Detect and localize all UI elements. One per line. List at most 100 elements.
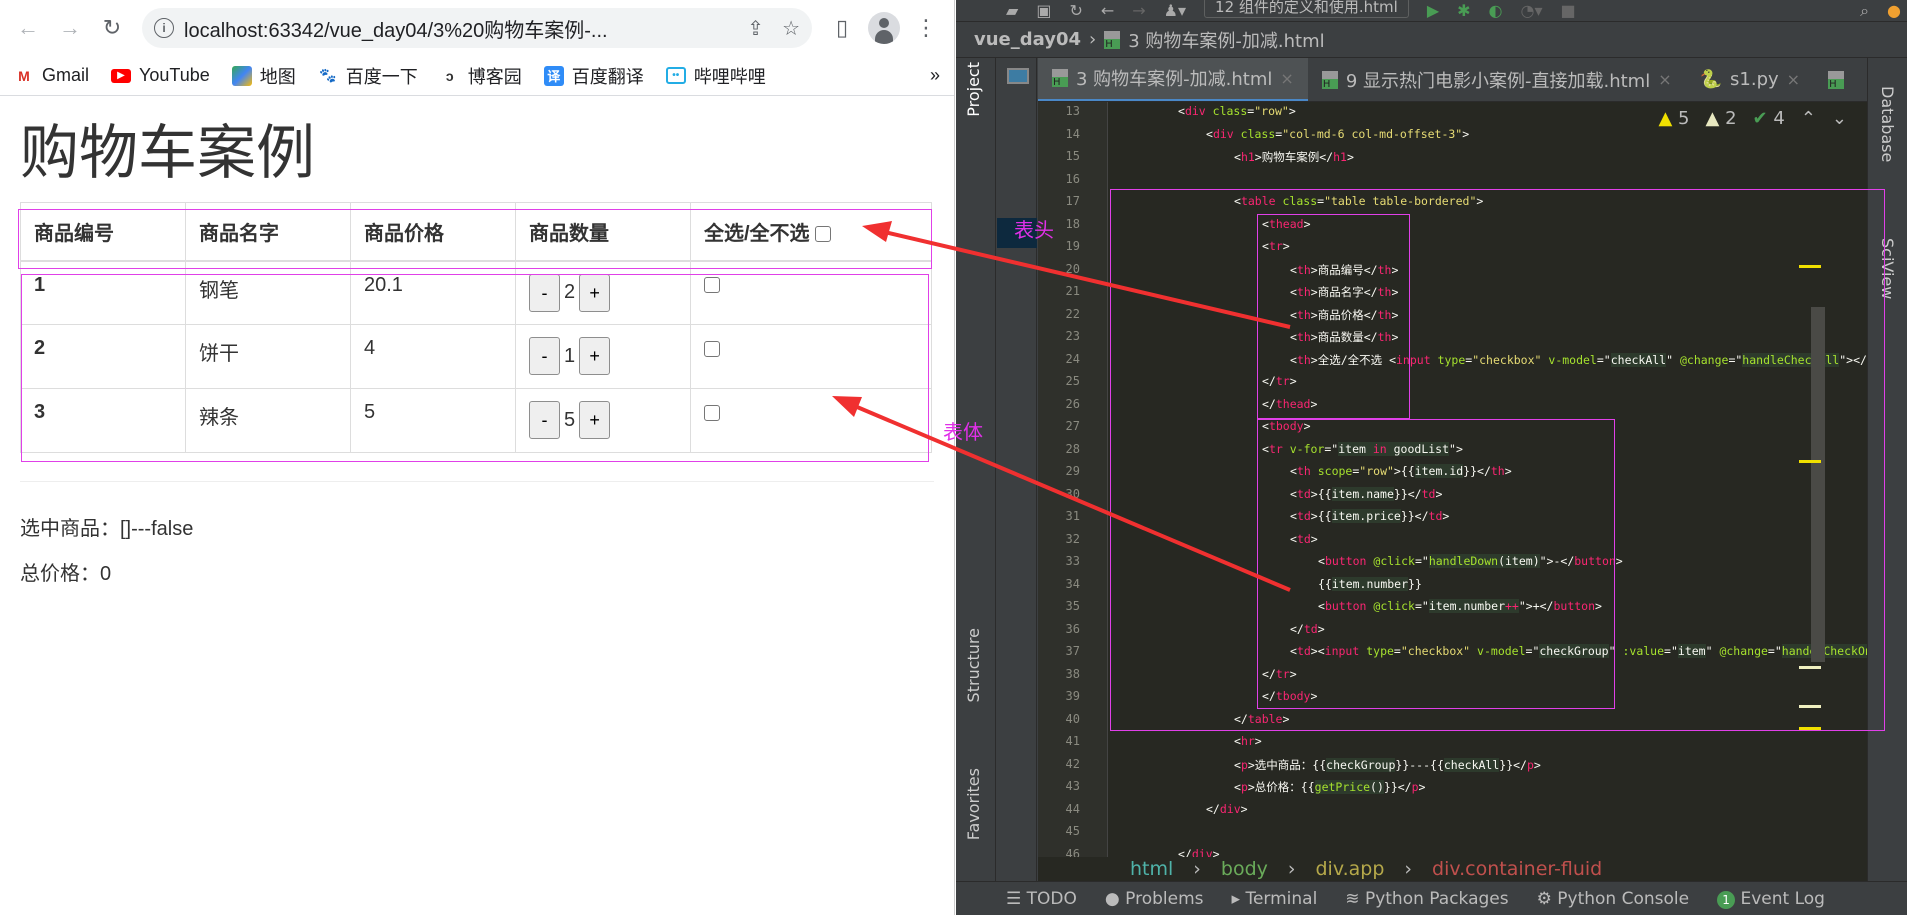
editor-tab-s1[interactable]: 🐍 s1.py ×	[1686, 58, 1814, 101]
bookmark-baidu[interactable]: 🐾 百度一下	[318, 63, 418, 89]
typo-count[interactable]: ✔ 4	[1753, 108, 1785, 129]
code-line[interactable]: <th scope="row">{{item.id}}</th>	[1290, 464, 1512, 478]
code-line[interactable]: <th>商品数量</th>	[1290, 329, 1398, 345]
forward-button[interactable]: →	[52, 10, 88, 46]
tool-tab-sciview[interactable]: SciView	[1878, 238, 1897, 299]
editor-tab-movies[interactable]: H 9 显示热门电影小案例-直接加载.html ×	[1308, 58, 1686, 101]
code-line[interactable]: <tr v-for="item in goodList">	[1262, 441, 1463, 456]
close-tab-icon[interactable]: ×	[1658, 70, 1671, 89]
bookmark-cnblogs[interactable]: ↄ 博客园	[440, 63, 522, 89]
tool-terminal[interactable]: ▸ Terminal	[1232, 889, 1318, 909]
code-line[interactable]: <h1>购物车案例</h1>	[1234, 149, 1354, 165]
code-editor[interactable]: 13 14 15 16 17 18 19 20 21 22 23 24 25 26 27 28 29 30 31 32…	[1038, 102, 1867, 857]
tool-tab-favorites[interactable]: Favorites	[964, 768, 983, 840]
next-problem-icon[interactable]: ⌄	[1832, 108, 1847, 129]
run-config-select[interactable]: 12 组件的定义和使用.html	[1204, 0, 1409, 18]
bookmark-baidu-translate[interactable]: 译百度翻译	[543, 63, 644, 89]
item-checkbox[interactable]	[704, 340, 720, 357]
browser-menu-icon[interactable]: ⋮	[908, 10, 944, 46]
coverage-icon[interactable]: ◐	[1489, 1, 1503, 20]
tabs-dropdown-icon[interactable]: ⌄	[1858, 58, 1867, 101]
reload-button[interactable]: ↻	[94, 10, 130, 46]
code-line[interactable]: </tbody>	[1262, 689, 1317, 703]
code-line[interactable]: <tbody>	[1262, 419, 1311, 433]
site-info-icon[interactable]: i	[154, 18, 174, 38]
code-line[interactable]: <hr>	[1234, 734, 1262, 748]
profile-avatar[interactable]	[866, 10, 902, 46]
debug-icon[interactable]: ✱	[1457, 1, 1470, 20]
item-checkbox[interactable]	[704, 404, 720, 421]
code-line[interactable]: <td>	[1290, 532, 1318, 546]
code-line[interactable]: <td>{{item.price}}</td>	[1290, 509, 1449, 523]
code-line[interactable]: </table>	[1234, 712, 1289, 726]
profile-icon[interactable]: ◔▾	[1521, 1, 1543, 20]
code-line[interactable]: <thead>	[1262, 217, 1311, 231]
tool-problems[interactable]: ● Problems	[1105, 889, 1204, 909]
code-line[interactable]: </tr>	[1262, 374, 1297, 388]
weak-warning-marker[interactable]	[1799, 666, 1821, 669]
save-icon[interactable]: ▣	[1036, 1, 1051, 20]
breadcrumb-div-app[interactable]: div.app	[1316, 858, 1385, 880]
tool-python-packages[interactable]: ≋ Python Packages	[1345, 889, 1508, 909]
code-line[interactable]: <div class="row">	[1178, 104, 1296, 118]
bookmark-gmail[interactable]: M Gmail	[14, 65, 89, 86]
project-view-icon[interactable]	[1007, 68, 1029, 84]
close-tab-icon[interactable]: ×	[1787, 70, 1800, 89]
bookmark-maps[interactable]: 地图	[231, 63, 296, 89]
increase-button[interactable]: +	[579, 401, 611, 439]
stop-icon[interactable]: ■	[1561, 1, 1576, 20]
editor-scrollbar[interactable]	[1811, 307, 1825, 662]
more-bookmarks-button[interactable]: »	[930, 65, 940, 86]
inspection-widget[interactable]: ▲ 5 ▲ 2 ✔ 4 ⌃ ⌄	[1658, 108, 1847, 129]
address-bar[interactable]: i localhost:63342/vue_day04/3%20购物车案例-..…	[142, 8, 812, 48]
bookmark-star-icon[interactable]: ☆	[782, 16, 800, 41]
code-line[interactable]: <th>全选/全不选 <input type="checkbox" v-mode…	[1290, 352, 1867, 368]
tool-python-console[interactable]: ⚙ Python Console	[1537, 889, 1689, 909]
decrease-button[interactable]: -	[529, 337, 560, 375]
warning-marker[interactable]	[1799, 460, 1821, 463]
share-icon[interactable]: ⇪	[747, 16, 764, 41]
code-line[interactable]: <p>选中商品：{{checkGroup}}---{{checkAll}}</p…	[1234, 757, 1541, 773]
code-line[interactable]: <td>{{item.name}}</td>	[1290, 486, 1442, 501]
code-line[interactable]: </td>	[1290, 622, 1325, 636]
code-line[interactable]: <button @click="handleDown(item)">-</but…	[1318, 554, 1623, 568]
bookmark-youtube[interactable]: ▶ YouTube	[111, 65, 210, 86]
editor-tab-cart[interactable]: H 3 购物车案例-加减.html ×	[1038, 58, 1308, 101]
weak-warning-marker[interactable]	[1799, 705, 1821, 708]
code-line[interactable]: </thead>	[1262, 397, 1317, 411]
tool-tab-project[interactable]: Project	[964, 62, 983, 117]
editor-tab-more[interactable]: H	[1814, 58, 1858, 101]
increase-button[interactable]: +	[579, 337, 611, 375]
project-crumb[interactable]: vue_day04	[974, 29, 1081, 50]
sync-icon[interactable]: ↻	[1069, 1, 1082, 20]
code-line[interactable]: {{item.number}}	[1318, 576, 1422, 591]
code-line[interactable]: <td><input type="checkbox" v-model="chec…	[1290, 644, 1867, 658]
bookmark-bilibili[interactable]: •• 哔哩哔哩	[665, 63, 766, 89]
decrease-button[interactable]: -	[529, 401, 560, 439]
warning-count[interactable]: ▲ 5	[1658, 108, 1689, 129]
code-line[interactable]: </div>	[1206, 802, 1248, 816]
side-panel-icon[interactable]: ▯	[824, 10, 860, 46]
warning-marker[interactable]	[1799, 265, 1821, 268]
weak-warning-count[interactable]: ▲ 2	[1706, 108, 1737, 129]
code-line[interactable]: <th>商品编号</th>	[1290, 262, 1398, 278]
close-tab-icon[interactable]: ×	[1280, 69, 1293, 88]
code-line[interactable]: </tr>	[1262, 667, 1297, 681]
update-icon[interactable]: ●	[1887, 1, 1901, 20]
open-folder-icon[interactable]: ▰	[1006, 1, 1018, 20]
search-icon[interactable]: ⌕	[1860, 1, 1869, 21]
selected-tree-node[interactable]	[997, 218, 1037, 248]
code-line[interactable]: <table class="table table-bordered">	[1234, 194, 1483, 208]
check-all-checkbox[interactable]	[815, 226, 832, 243]
undo-icon[interactable]: ←	[1101, 1, 1114, 20]
tool-event-log[interactable]: 1 Event Log	[1717, 889, 1825, 909]
breadcrumb-body[interactable]: body	[1221, 858, 1268, 880]
tool-todo[interactable]: ☰ TODO	[1006, 889, 1077, 909]
code-line[interactable]: <div class="col-md-6 col-md-offset-3">	[1206, 127, 1469, 141]
redo-icon[interactable]: →	[1132, 1, 1145, 20]
code-line[interactable]: <tr>	[1262, 239, 1290, 253]
vcs-icon[interactable]: ♟▾	[1164, 1, 1186, 20]
breadcrumb-html[interactable]: html	[1130, 858, 1173, 880]
item-checkbox[interactable]	[704, 277, 720, 294]
prev-problem-icon[interactable]: ⌃	[1801, 108, 1816, 129]
